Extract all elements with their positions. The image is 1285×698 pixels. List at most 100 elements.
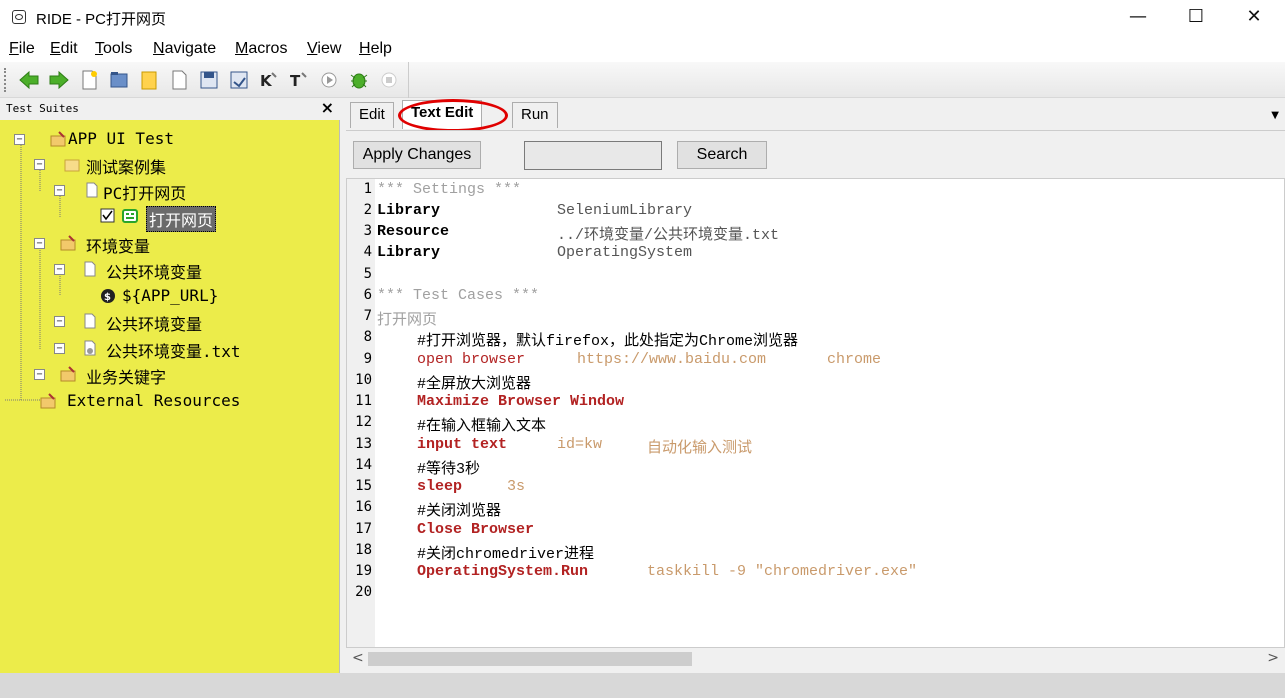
close-button[interactable]: ✕ <box>1226 0 1282 36</box>
search-tests-icon[interactable]: T <box>288 69 310 91</box>
status-bar <box>0 673 1285 698</box>
directory-icon[interactable] <box>138 69 160 91</box>
scroll-thumb[interactable] <box>368 652 692 666</box>
apply-changes-button[interactable]: Apply Changes <box>353 141 481 169</box>
open-folder-icon[interactable] <box>108 69 130 91</box>
tree-label: APP UI Test <box>68 129 174 148</box>
tab-edit[interactable]: Edit <box>350 102 394 128</box>
tab-dropdown-icon[interactable]: ▼ <box>1271 110 1279 121</box>
collapse-icon[interactable]: − <box>54 185 65 196</box>
menu-macros[interactable]: Macros <box>235 40 287 58</box>
debug-bug-icon[interactable] <box>348 69 370 91</box>
collapse-icon[interactable]: − <box>14 134 25 145</box>
code-setting-name: Library <box>377 244 441 261</box>
robot-icon <box>122 209 138 223</box>
tree-label: External Resources <box>67 391 241 410</box>
expand-icon[interactable]: − <box>54 316 65 327</box>
search-input[interactable] <box>524 141 662 170</box>
suite-folder-icon <box>60 235 76 251</box>
maximize-button[interactable]: ☐ <box>1168 0 1224 36</box>
checkbox-checked-icon[interactable] <box>100 208 116 224</box>
tree-label: 业务关键字 <box>86 368 167 387</box>
scroll-left-icon[interactable]: < <box>352 650 364 666</box>
line-number: 4 <box>363 244 372 260</box>
horizontal-scrollbar[interactable]: < > <box>346 648 1285 670</box>
window-title: RIDE - PC打开网页 <box>36 11 167 28</box>
expand-icon[interactable]: − <box>54 343 65 354</box>
minimize-button[interactable]: — <box>1110 0 1166 36</box>
code-testcase-name: 打开网页 <box>377 310 438 328</box>
code-argument: chrome <box>827 351 882 368</box>
line-number: 13 <box>355 436 372 452</box>
suite-folder-icon <box>50 131 66 147</box>
tree-label: 环境变量 <box>86 237 151 256</box>
collapse-icon[interactable]: − <box>34 159 45 170</box>
save-icon[interactable] <box>198 69 220 91</box>
tab-text-edit[interactable]: Text Edit <box>402 100 483 129</box>
line-number: 6 <box>363 287 372 303</box>
line-number: 7 <box>363 308 372 324</box>
code-argument: 自动化输入测试 <box>647 440 753 457</box>
collapse-icon[interactable]: − <box>54 264 65 275</box>
save-all-icon[interactable] <box>228 69 250 91</box>
suite-folder-icon <box>40 393 56 409</box>
panel-close-icon[interactable]: × <box>321 98 334 117</box>
stop-icon[interactable] <box>378 69 400 91</box>
run-icon[interactable] <box>318 69 340 91</box>
collapse-icon[interactable]: − <box>34 369 45 380</box>
line-number-gutter: 1 2 3 4 5 6 7 8 9 10 11 12 13 14 15 16 1… <box>347 179 375 647</box>
line-number: 14 <box>355 457 372 473</box>
code-keyword: input text <box>417 436 508 453</box>
menu-edit[interactable]: Edit <box>50 40 78 58</box>
toolbar-grip[interactable] <box>4 68 7 92</box>
line-number: 16 <box>355 499 372 515</box>
tab-run[interactable]: Run <box>512 102 558 128</box>
tree-label: 公共环境变量.txt <box>106 342 241 361</box>
line-number: 17 <box>355 521 372 537</box>
code-comment: #关闭chromedriver进程 <box>417 546 595 563</box>
code-setting-name: Resource <box>377 223 450 240</box>
menu-tools[interactable]: Tools <box>95 40 132 58</box>
tree-label-selected: 打开网页 <box>146 206 217 232</box>
code-keyword: open browser <box>417 351 526 368</box>
line-number: 15 <box>355 478 372 494</box>
toolbar: K T <box>0 62 1285 98</box>
svg-text:K: K <box>260 72 273 90</box>
editor-panel: Edit Text Edit Run ▼ Apply Changes Searc… <box>346 98 1285 673</box>
tree-label: ${APP_URL} <box>122 286 219 305</box>
line-number: 10 <box>355 372 372 388</box>
editor-toolbar: Apply Changes Search <box>346 130 1285 176</box>
code-keyword: sleep <box>417 478 463 495</box>
search-keywords-icon[interactable]: K <box>258 69 280 91</box>
line-number: 20 <box>355 584 372 600</box>
code-setting-value: SeleniumLibrary <box>557 202 693 219</box>
menu-bar: File Edit Tools Navigate Macros View Hel… <box>0 36 1285 62</box>
menu-navigate[interactable]: Navigate <box>153 40 216 58</box>
code-comment: #关闭浏览器 <box>417 503 502 520</box>
test-suites-panel: Test Suites × − APP UI Test − 测试案例集 − PC… <box>0 98 340 673</box>
code-settings-header: *** Settings *** <box>377 181 522 198</box>
blank-file-icon[interactable] <box>168 69 190 91</box>
search-button[interactable]: Search <box>677 141 767 169</box>
folder-icon <box>64 159 80 172</box>
tree-label: 测试案例集 <box>86 158 167 177</box>
scroll-right-icon[interactable]: > <box>1267 650 1279 666</box>
line-number: 11 <box>355 393 372 409</box>
resource-file-gear-icon <box>84 340 96 356</box>
code-comment: #打开浏览器，默认firefox，此处指定为Chrome浏览器 <box>417 333 799 350</box>
line-number: 1 <box>363 181 372 197</box>
collapse-icon[interactable]: − <box>34 238 45 249</box>
code-argument: https://www.baidu.com <box>577 351 767 368</box>
text-editor[interactable]: 1 2 3 4 5 6 7 8 9 10 11 12 13 14 15 16 1… <box>346 178 1285 648</box>
code-argument: 3s <box>507 478 526 495</box>
line-number: 8 <box>363 329 372 345</box>
suite-folder-icon <box>60 366 76 382</box>
line-number: 19 <box>355 563 372 579</box>
forward-arrow-icon[interactable] <box>48 69 70 91</box>
menu-help[interactable]: Help <box>359 40 392 58</box>
menu-view[interactable]: View <box>307 40 341 58</box>
back-arrow-icon[interactable] <box>18 69 40 91</box>
menu-file[interactable]: File <box>9 40 35 58</box>
tree-label: PC打开网页 <box>103 184 187 203</box>
new-file-icon[interactable] <box>78 69 100 91</box>
